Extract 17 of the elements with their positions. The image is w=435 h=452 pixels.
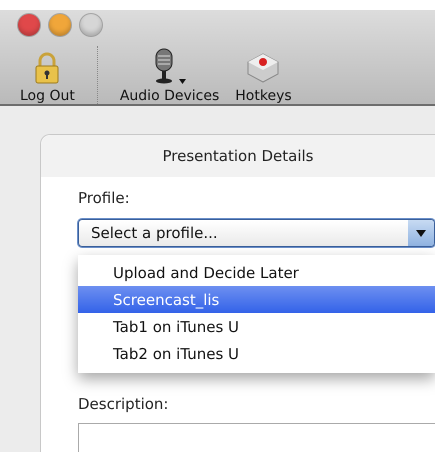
toolbar-button[interactable]: Audio Devices (118, 48, 222, 104)
profile-select[interactable]: Select a profile... (78, 219, 435, 247)
toolbar-button[interactable]: Hotkeys (233, 52, 294, 104)
microphone-icon (153, 48, 176, 84)
profile-label: Profile: (78, 189, 131, 207)
close-window-button[interactable] (18, 14, 40, 36)
menu-item[interactable]: Upload and Decide Later (78, 259, 435, 286)
description-label: Description: (78, 395, 170, 413)
minimize-window-button[interactable] (49, 14, 71, 36)
menu-item[interactable]: Screencast_lis (78, 286, 435, 313)
dropdown-arrow-icon (416, 230, 426, 236)
menu-item[interactable]: Tab2 on iTunes U (78, 340, 435, 367)
record-key-icon (246, 52, 280, 84)
toolbar-button[interactable]: Log Out (18, 52, 77, 104)
panel-title: Presentation Details (41, 135, 435, 177)
menu-item[interactable]: Tab1 on iTunes U (78, 313, 435, 340)
padlock-icon (35, 52, 60, 84)
